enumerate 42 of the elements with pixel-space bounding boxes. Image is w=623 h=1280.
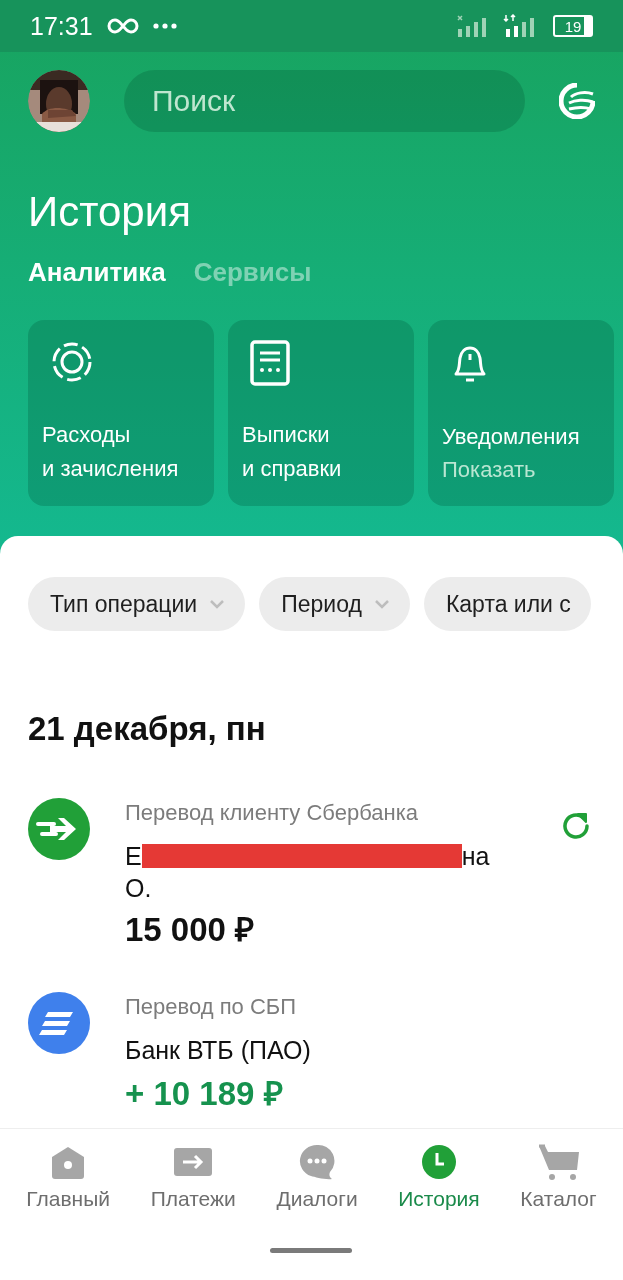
nav-tab[interactable]: Платежи	[150, 1143, 236, 1211]
battery-indicator: 19	[553, 15, 593, 37]
cart-icon	[537, 1144, 580, 1180]
more-icon	[152, 23, 177, 29]
filter-chip[interactable]: Период	[259, 577, 410, 631]
tile-label: Расходы и зачисления	[42, 421, 180, 483]
tile-label: Уведомления	[442, 423, 581, 451]
amount: 15 000 ₽	[125, 911, 256, 949]
signal-icon	[457, 14, 489, 38]
date-heading: 21 декабря, пн	[28, 709, 267, 749]
recipient-name: О.	[125, 873, 153, 903]
tile-card[interactable]: Расходы и зачисления	[28, 320, 214, 506]
stripes-icon	[28, 992, 90, 1054]
nav-tab[interactable]: История	[398, 1143, 480, 1211]
tile-card[interactable]: Выписки и справки	[228, 320, 414, 506]
tile-card[interactable]: Уведомления Показать	[428, 320, 614, 506]
document-icon	[250, 340, 290, 386]
recipient-name: Банк ВТБ (ПАО)	[125, 1035, 311, 1066]
logo-icon[interactable]	[559, 83, 595, 119]
recipient-name: Е	[125, 841, 142, 872]
transaction-type: Перевод по СБП	[125, 993, 298, 1021]
infinity-icon	[106, 16, 139, 36]
filter-chip[interactable]: Тип операции	[28, 577, 246, 631]
recipient-name: на	[461, 841, 490, 872]
page-title: История	[28, 188, 192, 236]
filter-chip[interactable]: Карта или с	[423, 577, 591, 631]
ring-icon	[50, 340, 94, 384]
chat-icon	[299, 1144, 336, 1180]
chevron-down-icon	[209, 599, 226, 609]
amount: + 10 189 ₽	[125, 1075, 284, 1113]
nav-tab[interactable]: Диалоги	[276, 1143, 358, 1211]
chevron-down-icon	[373, 599, 390, 609]
clock-time: 17:31	[30, 11, 93, 41]
tile-label: Выписки и справки	[242, 421, 343, 483]
nav-tab[interactable]: Главный	[26, 1143, 110, 1211]
nav-tab[interactable]: Каталог	[520, 1143, 597, 1211]
search-field[interactable]: Поиск	[124, 70, 525, 132]
signal-icon	[503, 14, 537, 38]
clock-icon	[421, 1144, 457, 1180]
transaction-type: Перевод клиенту Сбербанка	[125, 799, 419, 827]
tile-link[interactable]: Показать	[442, 454, 600, 486]
tab[interactable]: Аналитика	[28, 256, 166, 288]
